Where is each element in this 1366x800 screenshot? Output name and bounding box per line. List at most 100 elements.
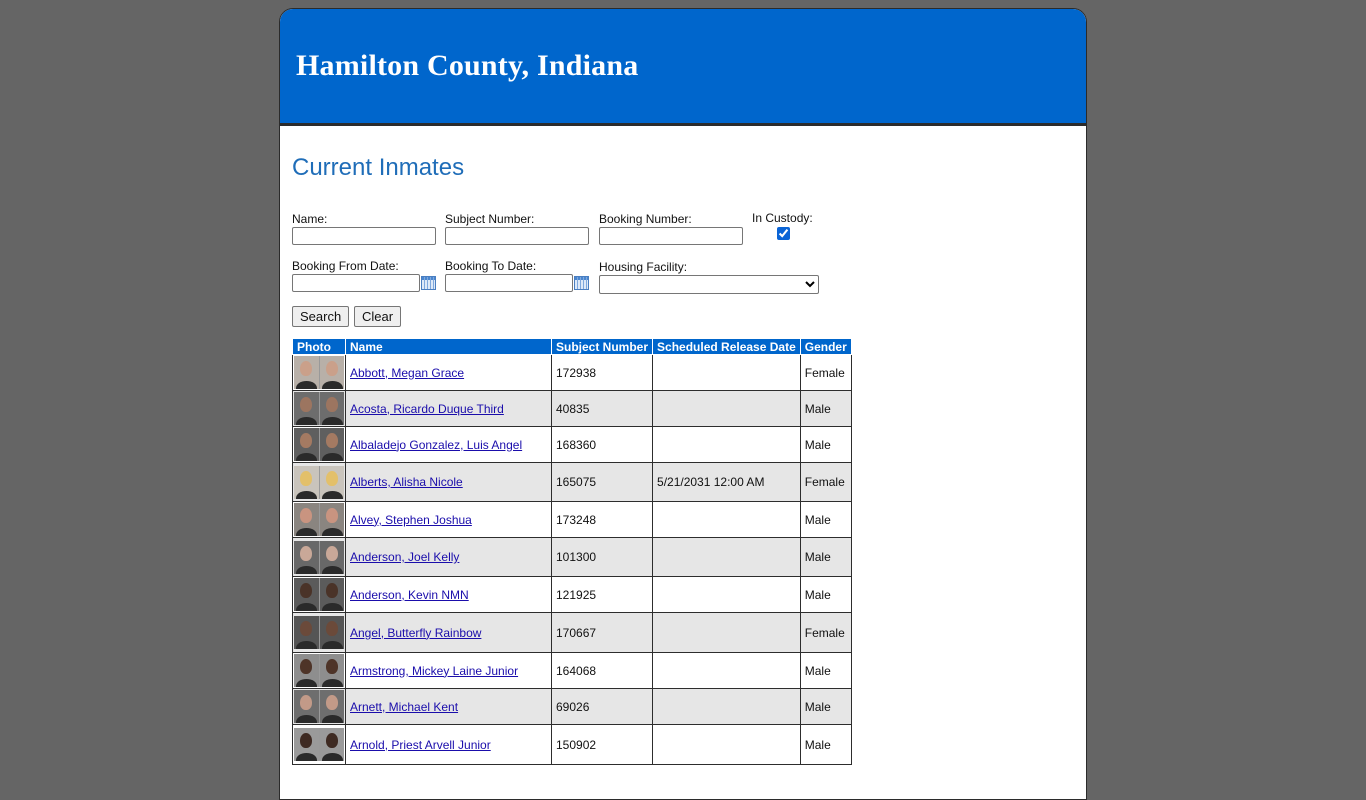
release-date-cell: 5/21/2031 12:00 AM [652,462,801,502]
mugshot-image[interactable] [294,728,344,761]
search-button[interactable]: Search [292,306,350,327]
table-row: Acosta, Ricardo Duque Third 40835 Male [292,390,852,427]
header-banner: Hamilton County, Indiana [280,9,1086,126]
mugshot-profile [319,392,344,425]
name-cell: Abbott, Megan Grace [345,354,552,391]
name-cell: Armstrong, Mickey Laine Junior [345,652,552,689]
calendar-icon[interactable] [421,276,436,290]
inmate-name-link[interactable]: Acosta, Ricardo Duque Third [350,402,504,416]
mugshot-front [294,465,320,499]
inmate-name-link[interactable]: Abbott, Megan Grace [350,366,464,380]
mugshot-image[interactable] [294,654,344,687]
name-cell: Alvey, Stephen Joshua [345,501,552,538]
subject-number-cell: 150902 [550,724,654,765]
name-cell: Arnett, Michael Kent [345,688,552,725]
mugshot-image[interactable] [294,540,344,574]
gender-cell: Male [799,537,852,577]
photo-cell [292,501,346,538]
booking-to-field-group: Booking To Date: [445,259,589,292]
mugshot-image[interactable] [294,503,344,536]
name-input[interactable] [292,227,436,245]
name-cell: Anderson, Joel Kelly [345,537,552,577]
inmate-name-link[interactable]: Anderson, Kevin NMN [350,588,469,602]
column-header-gender: Gender [799,338,852,355]
gender-cell: Male [799,501,852,538]
in-custody-label: In Custody: [752,211,813,225]
photo-cell [292,576,346,613]
booking-number-label: Booking Number: [599,212,692,226]
release-date-cell [652,354,801,391]
booking-number-input[interactable] [599,227,743,245]
table-row: Armstrong, Mickey Laine Junior 164068 Male [292,652,852,689]
column-header-photo: Photo [292,338,346,355]
booking-to-label: Booking To Date: [445,259,537,273]
column-header-subject-number: Subject Number [550,338,654,355]
mugshot-front [294,392,320,425]
inmate-name-link[interactable]: Albaladejo Gonzalez, Luis Angel [350,438,522,452]
gender-cell: Male [799,390,852,427]
mugshot-image[interactable] [294,392,344,425]
subject-number-cell: 165075 [550,462,654,502]
housing-facility-select[interactable] [599,275,819,294]
mugshot-image[interactable] [294,356,344,389]
mugshot-profile [319,654,344,687]
release-date-cell [652,501,801,538]
table-row: Abbott, Megan Grace 172938 Female [292,354,852,391]
inmate-name-link[interactable]: Arnold, Priest Arvell Junior [350,738,491,752]
subject-number-input[interactable] [445,227,589,245]
inmate-name-link[interactable]: Anderson, Joel Kelly [350,550,459,564]
table-row: Arnett, Michael Kent 69026 Male [292,688,852,725]
table-row: Anderson, Joel Kelly 101300 Male [292,537,852,577]
gender-cell: Female [799,612,852,653]
inmate-name-link[interactable]: Alberts, Alisha Nicole [350,475,463,489]
release-date-cell [652,576,801,613]
gender-cell: Female [799,354,852,391]
inmate-name-link[interactable]: Armstrong, Mickey Laine Junior [350,664,518,678]
name-cell: Arnold, Priest Arvell Junior [345,724,552,765]
table-header-row: Photo Name Subject Number Scheduled Rele… [292,338,852,355]
housing-facility-label: Housing Facility: [599,260,688,274]
subject-number-cell: 164068 [550,652,654,689]
photo-cell [292,537,346,577]
subject-number-cell: 170667 [550,612,654,653]
mugshot-image[interactable] [294,428,344,461]
photo-cell [292,354,346,391]
inmate-name-link[interactable]: Angel, Butterfly Rainbow [350,626,481,640]
table-row: Arnold, Priest Arvell Junior 150902 Male [292,724,852,765]
mugshot-image[interactable] [294,616,344,649]
in-custody-field-group: In Custody: [752,211,813,240]
photo-cell [292,652,346,689]
mugshot-profile [319,428,344,461]
booking-to-input[interactable] [445,274,573,292]
inmate-name-link[interactable]: Alvey, Stephen Joshua [350,513,472,527]
name-cell: Angel, Butterfly Rainbow [345,612,552,653]
mugshot-image[interactable] [294,465,344,499]
photo-cell [292,426,346,463]
subject-number-cell: 172938 [550,354,654,391]
in-custody-checkbox[interactable] [777,227,790,240]
gender-cell: Male [799,652,852,689]
booking-from-input[interactable] [292,274,420,292]
housing-facility-field-group: Housing Facility: [599,260,819,294]
release-date-cell [652,390,801,427]
table-row: Albaladejo Gonzalez, Luis Angel 168360 Mal… [292,426,852,463]
name-field-group: Name: [292,212,436,245]
release-date-cell [652,612,801,653]
mugshot-profile [319,540,344,574]
release-date-cell [652,724,801,765]
mugshot-image[interactable] [294,690,344,723]
name-cell: Albaladejo Gonzalez, Luis Angel [345,426,552,463]
column-header-release-date: Scheduled Release Date [652,338,801,355]
calendar-icon[interactable] [574,276,589,290]
photo-cell [292,724,346,765]
name-cell: Alberts, Alisha Nicole [345,462,552,502]
page-card: Hamilton County, Indiana Current Inmates… [279,8,1087,800]
booking-from-field-group: Booking From Date: [292,259,436,292]
clear-button[interactable]: Clear [354,306,402,327]
column-header-name: Name [345,338,552,355]
inmate-name-link[interactable]: Arnett, Michael Kent [350,700,458,714]
release-date-cell [652,537,801,577]
mugshot-front [294,578,320,611]
mugshot-image[interactable] [294,578,344,611]
mugshot-front [294,428,320,461]
